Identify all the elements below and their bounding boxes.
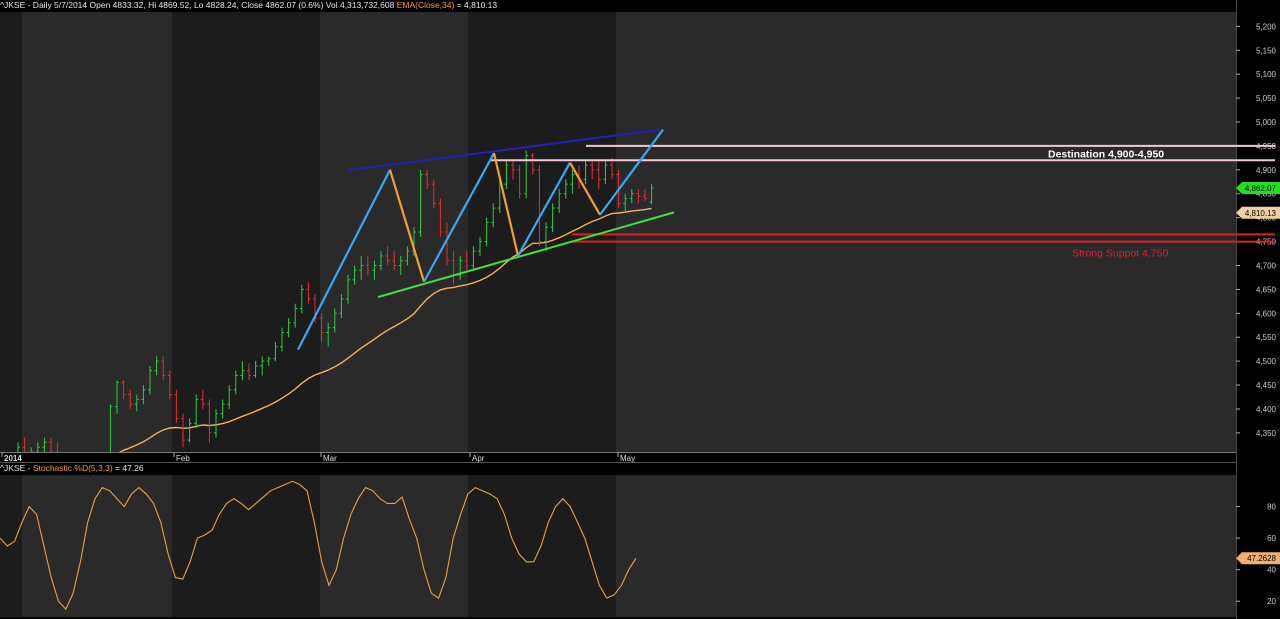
support-annotation: Strong Suppot 4,750 [1072,248,1168,260]
x-tick-label: Mar [323,454,337,463]
stoch-y-tick-label: 20 [1267,597,1276,606]
ema-label: EMA(Close,34) [396,0,455,10]
price-panel-band [468,12,616,452]
stochastic-value: = 47.26 [112,463,144,473]
ema-price-tag: 4,810.13 [1236,206,1280,219]
destination-annotation: Destination 4,900-4,950 [1048,148,1164,160]
x-tick-label: 2014 [4,454,22,463]
y-tick-label: 4,600 [1256,309,1277,318]
stochastic-symbol: ^JKSE - [0,463,33,473]
stochastic-panel-band [0,475,22,617]
x-tick-label: Feb [176,454,190,463]
last-price-tag-text: 4,862.07 [1245,184,1277,193]
stoch-y-tick-label: 80 [1267,503,1276,512]
stochastic-panel-band [172,475,320,617]
stochastic-value-tag: 47.2628 [1236,552,1280,565]
y-tick-label: 4,500 [1256,357,1277,366]
last-price-tag: 4,862.07 [1236,181,1280,194]
price-panel-band [0,12,22,452]
chart-canvas: 2014 Feb Mar Apr May 4,350 4,400 4,450 4,500 4,55… [0,0,1280,619]
x-tick-label: Apr [472,454,485,463]
symbol-info: ^JKSE - Daily 5/7/2014 Open 4833.32, Hi … [0,0,395,10]
y-tick-label: 5,200 [1256,22,1277,31]
stochastic-value-tag-text: 47.2628 [1247,554,1276,563]
stochastic-panel-band [468,475,616,617]
y-tick-label: 4,900 [1256,166,1277,175]
y-tick-label: 4,650 [1256,285,1277,294]
stochastic-label: Stochastic %D(5,3,3) [32,463,113,473]
stochastic-header: ^JKSE - Stochastic %D(5,3,3) = 47.26 [0,463,144,474]
y-tick-label: 4,400 [1256,405,1277,414]
y-tick-label: 5,050 [1256,94,1277,103]
y-tick-label: 5,100 [1256,70,1277,79]
price-chart-header: ^JKSE - Daily 5/7/2014 Open 4833.32, Hi … [0,0,497,11]
x-tick-label: May [620,454,635,463]
y-tick-label: 5,150 [1256,46,1277,55]
y-tick-label: 4,550 [1256,333,1277,342]
stoch-y-tick-label: 60 [1267,534,1276,543]
price-panel-band [616,12,1236,452]
ema-value: = 4,810.13 [454,0,498,10]
y-tick-label: 5,000 [1256,118,1277,127]
ema-price-tag-text: 4,810.13 [1245,209,1277,218]
stochastic-panel-band [616,475,1236,617]
y-tick-label: 4,450 [1256,381,1277,390]
y-tick-label: 4,350 [1256,429,1277,438]
stoch-y-tick-label: 40 [1267,566,1276,575]
y-tick-label: 4,700 [1256,261,1277,270]
